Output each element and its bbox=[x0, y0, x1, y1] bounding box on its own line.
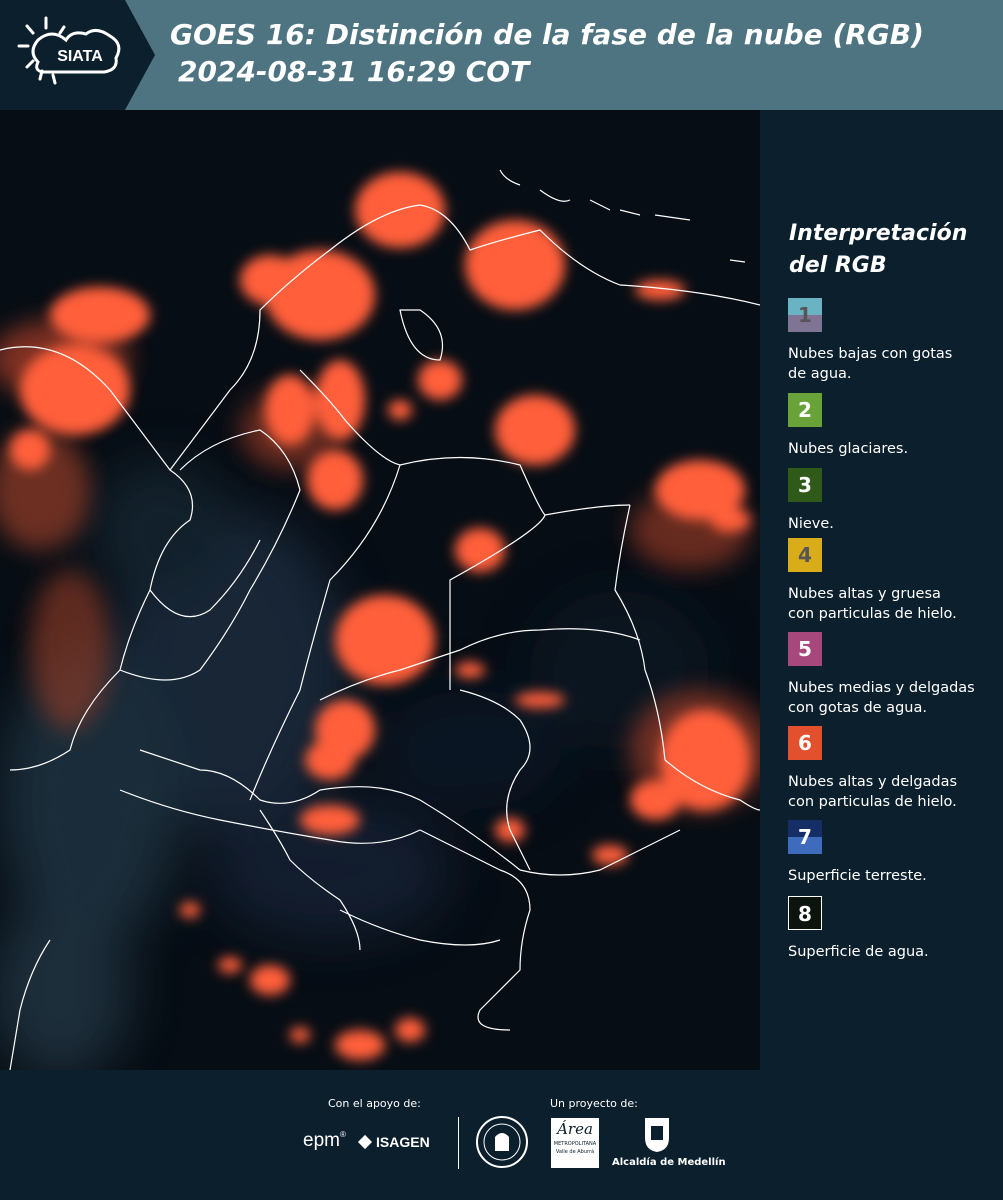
legend-label-2: Nubes glaciares. bbox=[788, 439, 1003, 459]
area-logo-text: Área bbox=[557, 1120, 593, 1138]
legend-num-1: 1 bbox=[798, 303, 812, 327]
legend-swatch-4: 4 bbox=[788, 538, 822, 572]
legend-title-line-2: del RGB bbox=[789, 253, 887, 278]
legend-swatch-8: 8 bbox=[788, 896, 822, 930]
legend-swatch-5: 5 bbox=[788, 632, 822, 666]
epm-logo-text: epm bbox=[303, 1130, 340, 1151]
legend-swatch-7: 7 bbox=[788, 820, 822, 854]
legend-num-4: 4 bbox=[798, 543, 812, 567]
epm-logo: epm® bbox=[303, 1130, 346, 1151]
legend-item-6: 6 Nubes altas y delgadas con particulas … bbox=[788, 726, 1003, 812]
legend-label-8-line-1: Superficie de agua. bbox=[788, 944, 929, 960]
legend-label-1-line-2: de agua. bbox=[788, 366, 852, 382]
legend-label-5-line-1: Nubes medias y delgadas bbox=[788, 680, 975, 696]
legend-label-5: Nubes medias y delgadas con gotas de agu… bbox=[788, 678, 1003, 718]
satellite-map bbox=[0, 110, 760, 1070]
isagen-logo-text: ISAGEN bbox=[376, 1134, 430, 1150]
legend-swatch-2: 2 bbox=[788, 393, 822, 427]
legend-item-8: 8 Superficie de agua. bbox=[788, 896, 1003, 962]
legend-label-7-line-1: Superficie terreste. bbox=[788, 868, 927, 884]
legend-label-6-line-1: Nubes altas y delgadas bbox=[788, 774, 958, 790]
legend-label-4-line-2: con particulas de hielo. bbox=[788, 606, 957, 622]
alcaldia-label: Alcaldía de Medellín bbox=[612, 1157, 726, 1168]
legend-label-3-line-1: Nieve. bbox=[788, 516, 834, 532]
legend-title-line-1: Interpretación bbox=[789, 221, 968, 246]
legend-label-1: Nubes bajas con gotas de agua. bbox=[788, 344, 1003, 384]
legend-label-8: Superficie de agua. bbox=[788, 942, 1003, 962]
page-title: GOES 16: Distinción de la fase de la nub… bbox=[170, 16, 924, 90]
legend-label-3: Nieve. bbox=[788, 514, 1003, 534]
legend-label-1-line-1: Nubes bajas con gotas bbox=[788, 346, 953, 362]
area-logo-sub2: Valle de Aburrá bbox=[555, 1149, 595, 1155]
legend-label-6-line-2: con particulas de hielo. bbox=[788, 794, 957, 810]
title-line-1: GOES 16: Distinción de la fase de la nub… bbox=[170, 18, 924, 51]
legend-item-4: 4 Nubes altas y gruesa con particulas de… bbox=[788, 538, 1003, 624]
title-line-2: 2024-08-31 16:29 COT bbox=[178, 55, 530, 88]
footer: Con el apoyo de: Un proyecto de: epm® IS… bbox=[0, 1070, 1003, 1200]
area-metropolitana-logo: Área METROPOLITANA Valle de Aburrá bbox=[551, 1118, 599, 1168]
legend-num-2: 2 bbox=[798, 398, 812, 422]
legend-panel: Interpretación del RGB 1 Nubes bajas con… bbox=[760, 110, 1003, 1070]
project-label: Un proyecto de: bbox=[550, 1097, 638, 1110]
seal-logo-icon bbox=[476, 1116, 528, 1168]
legend-item-2: 2 Nubes glaciares. bbox=[788, 393, 1003, 459]
legend-num-3: 3 bbox=[798, 473, 812, 497]
legend-num-6: 6 bbox=[798, 731, 812, 755]
legend-num-7: 7 bbox=[798, 825, 812, 849]
legend-item-7: 7 Superficie terreste. bbox=[788, 820, 1003, 886]
legend-label-6: Nubes altas y delgadas con particulas de… bbox=[788, 772, 1003, 812]
legend-item-5: 5 Nubes medias y delgadas con gotas de a… bbox=[788, 632, 1003, 718]
area-logo-sub1: METROPOLITANA bbox=[553, 1141, 597, 1147]
isagen-logo: ISAGEN bbox=[357, 1134, 430, 1150]
legend-label-5-line-2: con gotas de agua. bbox=[788, 700, 927, 716]
isagen-icon bbox=[357, 1134, 373, 1150]
legend-swatch-1: 1 bbox=[788, 298, 822, 332]
legend-label-7: Superficie terreste. bbox=[788, 866, 1003, 886]
legend-label-2-line-1: Nubes glaciares. bbox=[788, 441, 909, 457]
legend-num-5: 5 bbox=[798, 637, 812, 661]
legend-title: Interpretación del RGB bbox=[789, 218, 967, 282]
legend-label-4-line-1: Nubes altas y gruesa bbox=[788, 586, 941, 602]
legend-label-4: Nubes altas y gruesa con particulas de h… bbox=[788, 584, 1003, 624]
legend-num-8: 8 bbox=[798, 902, 812, 926]
support-label: Con el apoyo de: bbox=[328, 1097, 421, 1110]
legend-item-3: 3 Nieve. bbox=[788, 468, 1003, 534]
header-bar: SIATA GOES 16: Distinción de la fase de … bbox=[0, 0, 1003, 110]
footer-divider bbox=[458, 1117, 459, 1169]
legend-item-1: 1 Nubes bajas con gotas de agua. bbox=[788, 298, 1003, 384]
logo-text: SIATA bbox=[57, 48, 103, 65]
legend-swatch-3: 3 bbox=[788, 468, 822, 502]
medellin-shield-icon bbox=[645, 1118, 669, 1152]
rgb-satellite-image bbox=[0, 110, 760, 1070]
siata-logo-block: SIATA bbox=[0, 0, 155, 110]
legend-swatch-6: 6 bbox=[788, 726, 822, 760]
